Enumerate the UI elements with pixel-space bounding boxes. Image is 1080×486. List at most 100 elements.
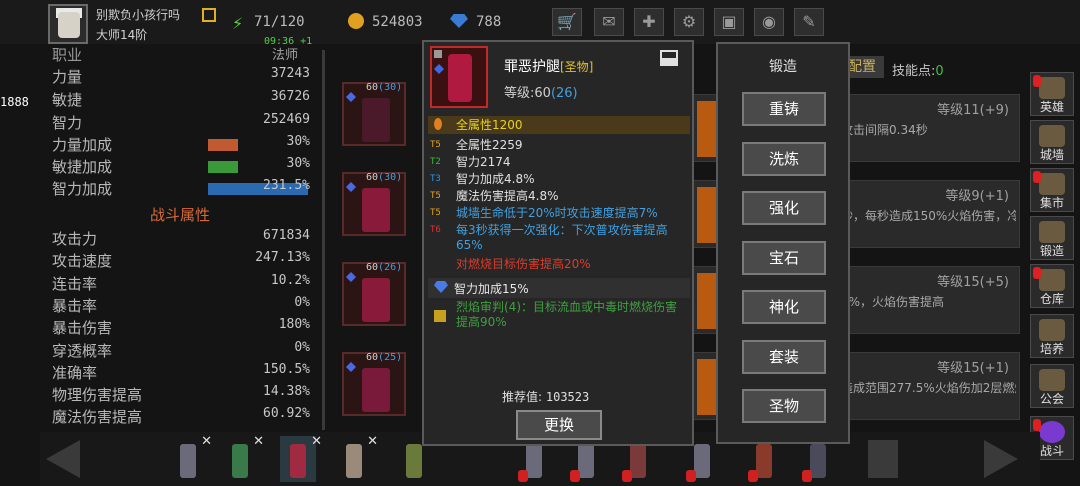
stat-value: 0% <box>294 340 310 355</box>
nav-market[interactable]: 集市 <box>1030 168 1074 212</box>
deify-button[interactable]: 神化 <box>742 290 826 324</box>
player-avatar[interactable] <box>48 4 88 44</box>
gem-icon <box>346 272 356 282</box>
nav-wall[interactable]: 城墙 <box>1030 120 1074 164</box>
stat-row: 力量 37243 <box>52 66 310 88</box>
stat-row: 攻击力 671834 <box>52 228 310 250</box>
hero-icon <box>1039 77 1065 99</box>
hero-portrait-selected[interactable]: ✕ <box>280 434 322 482</box>
affix-tier: T6 <box>430 225 441 235</box>
shop-cart-icon[interactable]: 🛒 <box>552 8 582 36</box>
gem-button[interactable]: 宝石 <box>742 241 826 275</box>
gem-icon <box>346 182 356 192</box>
affix-text: 对燃烧目标伤害提高20% <box>456 257 591 271</box>
stat-label: 职业 <box>52 46 83 64</box>
alert-badge <box>1033 75 1041 87</box>
gamepad-icon[interactable]: ✚ <box>634 8 664 36</box>
affix-tier: T5 <box>430 191 441 201</box>
hero-portrait[interactable]: ✕ <box>222 434 264 482</box>
nav-label: 仓库 <box>1039 292 1064 306</box>
refine-button[interactable]: 洗炼 <box>742 142 826 176</box>
warehouse-icon <box>1039 269 1065 291</box>
stat-value: 10.2% <box>270 273 310 288</box>
stat-label: 敏捷加成 <box>52 158 113 176</box>
energy-icon: ⚡ <box>232 14 244 33</box>
stat-label: 魔法伤害提高 <box>52 408 143 426</box>
stats-panel: 职业 法师 力量 37243 敏捷 36726 智力 252469 力量加成 30% 敏… <box>52 44 322 430</box>
player-rank: 大师14阶 <box>96 28 148 42</box>
skill-level: 等级15(+1) <box>937 361 1009 376</box>
item-level-text: 等级:60 <box>504 86 551 101</box>
remove-icon[interactable]: ✕ <box>311 434 322 449</box>
energy-value: 71/120 <box>254 14 305 30</box>
nav-hero[interactable]: 英雄 <box>1030 72 1074 116</box>
affix-text: 智力2174 <box>456 155 511 169</box>
affix-tier: T5 <box>430 208 441 218</box>
equipment-slot[interactable]: 60(30) <box>342 172 406 236</box>
relic-button[interactable]: 圣物 <box>742 389 826 423</box>
mail-icon[interactable]: ✉ <box>594 8 624 36</box>
nav-warehouse[interactable]: 仓库 <box>1030 264 1074 308</box>
affix-text: 城墙生命低于20%时攻击速度提高7% <box>456 206 658 220</box>
stat-label: 连击率 <box>52 275 98 293</box>
nav-label: 锻造 <box>1039 244 1064 258</box>
equipment-slot[interactable]: 60(25) <box>342 352 406 416</box>
forge-title: 锻造 <box>769 59 797 75</box>
affix-text: 智力加成4.8% <box>456 172 535 186</box>
item-level: 等级:60(26) <box>504 82 578 101</box>
hero-portrait[interactable]: ✕ <box>336 434 378 482</box>
stat-label: 攻击速度 <box>52 252 113 270</box>
main-attr-text: 全属性1200 <box>456 118 523 132</box>
gift-icon[interactable]: ▣ <box>714 8 744 36</box>
nav-guild[interactable]: 公会 <box>1030 364 1074 408</box>
market-icon <box>1039 173 1065 195</box>
recast-button[interactable]: 重铸 <box>742 92 826 126</box>
stat-row: 攻击速度 247.13% <box>52 250 310 272</box>
scrollbar[interactable] <box>322 50 325 430</box>
alert-badge <box>802 470 812 482</box>
skill-desc: 5%，火焰伤害提高 <box>841 295 945 309</box>
affix-tier: T2 <box>430 157 441 167</box>
equipment-slot[interactable]: 60(26) <box>342 262 406 326</box>
affix-tier: T5 <box>430 140 441 150</box>
equipment-slot[interactable]: 60(30) <box>342 82 406 146</box>
affix-text: 每3秒获得一次强化：下次普攻伤害提高65% <box>456 223 668 252</box>
alert-badge <box>518 470 528 482</box>
remove-icon[interactable]: ✕ <box>253 434 264 449</box>
gem-socket: 智力加成15% <box>428 278 690 298</box>
enhance-button[interactable]: 强化 <box>742 191 826 225</box>
alert-badge <box>622 470 632 482</box>
stat-label: 力量 <box>52 68 83 86</box>
unlock-icon[interactable] <box>660 50 678 66</box>
item-name: 罪恶护腿[圣物] <box>504 56 593 76</box>
skill-desc: 秒，每秒造成150%火焰伤害，冷却时间7秒 <box>841 209 1016 223</box>
feather-icon[interactable]: ✎ <box>794 8 824 36</box>
stat-row: 力量加成 30% <box>52 134 310 156</box>
diamond-value: 788 <box>476 14 502 30</box>
hero-sprite <box>630 444 646 478</box>
affix-text: 魔法伤害提高4.8% <box>456 189 559 203</box>
nav-forge[interactable]: 锻造 <box>1030 216 1074 260</box>
scroll-icon <box>434 310 446 322</box>
remove-icon[interactable]: ✕ <box>201 434 212 449</box>
stat-row: 智力 252469 <box>52 112 310 134</box>
recommend-number: 103523 <box>545 390 590 404</box>
gem-text: 智力加成15% <box>454 282 529 296</box>
nav-label: 公会 <box>1039 392 1064 406</box>
bonus-bar <box>208 139 238 151</box>
replace-button[interactable]: 更换 <box>516 410 602 440</box>
edit-name-icon[interactable] <box>202 8 216 22</box>
set-button[interactable]: 套装 <box>742 340 826 374</box>
settings-gear-icon[interactable]: ⚙ <box>674 8 704 36</box>
lock-icon[interactable] <box>868 440 898 478</box>
nav-cultivate[interactable]: 培养 <box>1030 314 1074 358</box>
stat-value: 14.38% <box>263 384 310 399</box>
skill-points: 技能点:0 <box>892 64 944 79</box>
stat-row: 魔法伤害提高 60.92% <box>52 406 310 428</box>
alert-badge <box>1033 419 1041 431</box>
remove-icon[interactable]: ✕ <box>367 434 378 449</box>
hero-portrait[interactable]: ✕ <box>170 434 212 482</box>
color-wheel-icon[interactable]: ◉ <box>754 8 784 36</box>
nav-label: 培养 <box>1039 342 1064 356</box>
stat-row: 准确率 150.5% <box>52 362 310 384</box>
